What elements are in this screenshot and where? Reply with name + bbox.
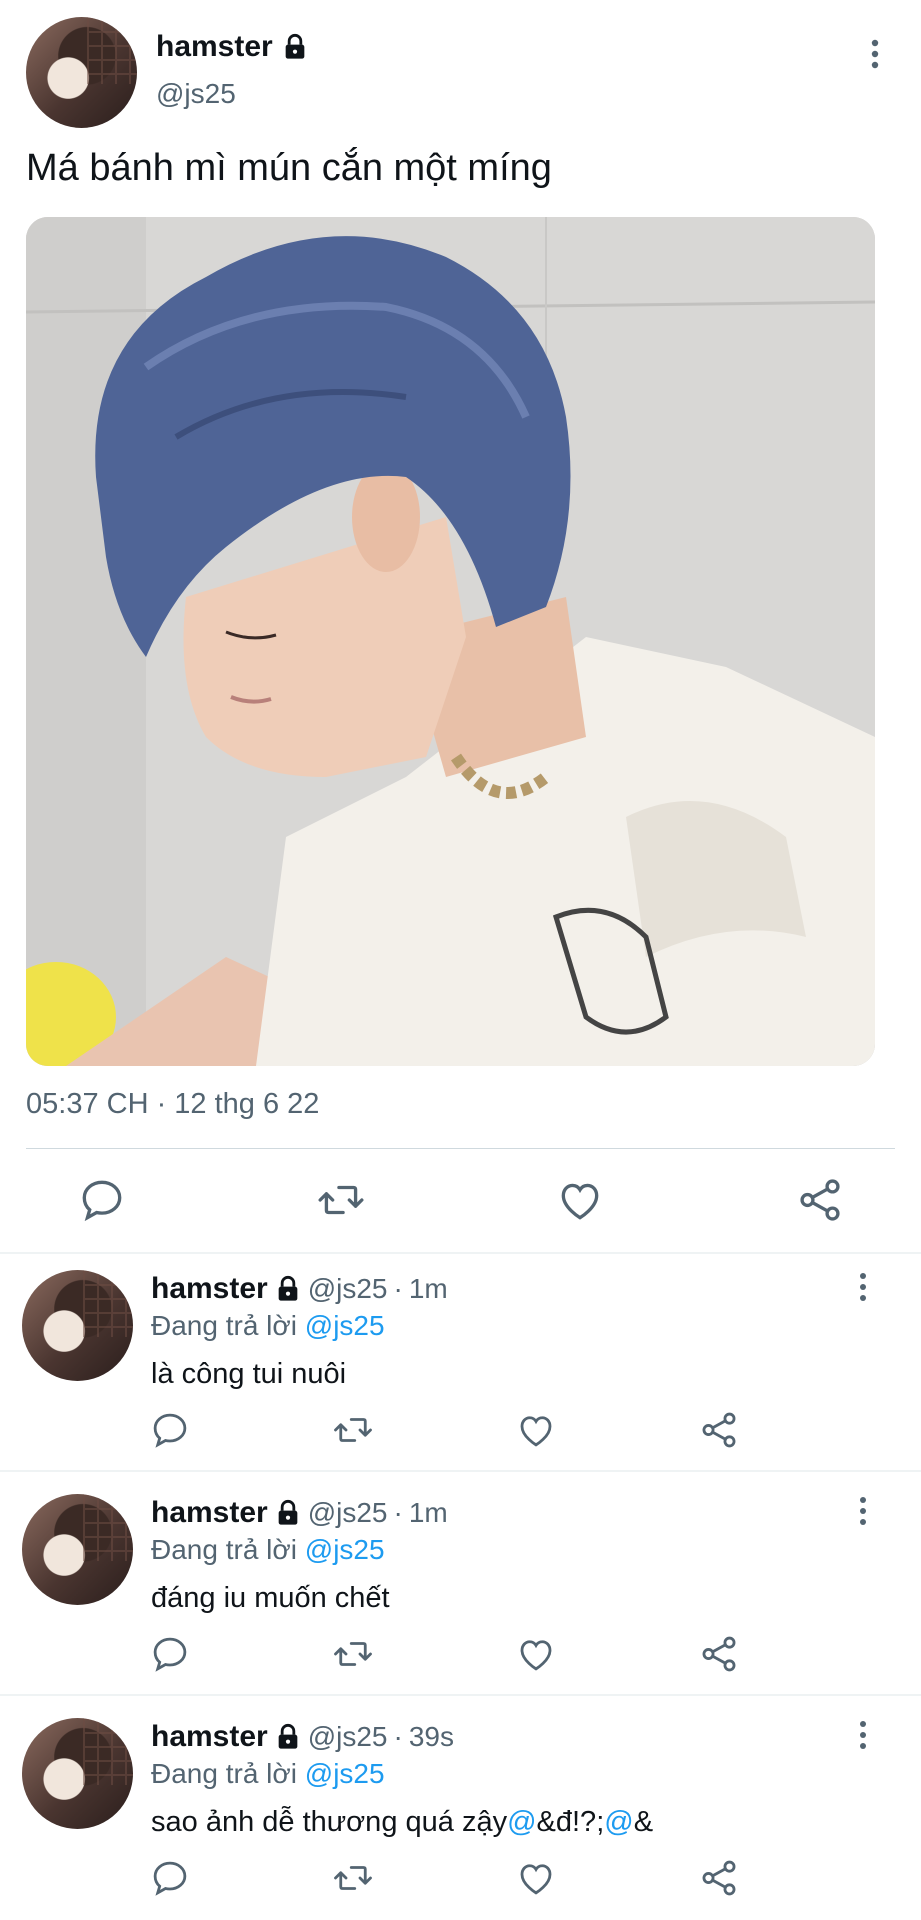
replying-to-mention[interactable]: @js25	[305, 1534, 385, 1565]
divider	[0, 1470, 921, 1472]
reply-time[interactable]: 1m	[409, 1273, 448, 1305]
like-icon[interactable]	[515, 1409, 557, 1451]
replying-to: Đang trả lời @js25	[151, 1310, 385, 1342]
like-icon[interactable]	[515, 1857, 557, 1899]
reply-text: là công tui nuôi	[151, 1358, 346, 1391]
reply-text-mention[interactable]: @	[604, 1806, 633, 1838]
replying-to-mention[interactable]: @js25	[305, 1758, 385, 1789]
reply-icon[interactable]	[149, 1409, 191, 1451]
retweet-icon[interactable]	[332, 1409, 374, 1451]
replying-to-mention[interactable]: @js25	[305, 1310, 385, 1341]
lock-icon	[278, 1499, 298, 1525]
reply-text: đáng iu muốn chết	[151, 1582, 390, 1615]
main-tweet: hamster @js25 Má bánh mì mún cắn một mín…	[0, 0, 921, 1252]
retweet-icon[interactable]	[316, 1175, 366, 1225]
dot-separator: ·	[393, 1273, 403, 1304]
author-name[interactable]: hamster	[151, 1496, 268, 1530]
reply-header: hamster @js25 · 1m	[151, 1496, 448, 1530]
lock-icon	[285, 33, 305, 59]
author-handle[interactable]: @js25	[156, 78, 236, 110]
avatar[interactable]	[22, 1270, 133, 1381]
reply-text: sao ảnh dễ thương quá zậy@&đ!?;@&	[151, 1806, 653, 1839]
author-name[interactable]: hamster	[156, 30, 273, 64]
dot-separator: ·	[393, 1721, 403, 1752]
reply-tweet[interactable]: hamster @js25 · 1m Đang trả lời @js25 đá…	[0, 1478, 921, 1694]
more-icon[interactable]	[850, 1494, 876, 1528]
reply-header: hamster @js25 · 39s	[151, 1720, 454, 1754]
author-name[interactable]: hamster	[151, 1272, 268, 1306]
lock-icon	[278, 1723, 298, 1749]
reply-text-segment: &	[633, 1806, 654, 1838]
reply-time[interactable]: 1m	[409, 1497, 448, 1529]
author-handle[interactable]: @js25	[308, 1721, 388, 1753]
reply-icon[interactable]	[149, 1633, 191, 1675]
reply-icon[interactable]	[77, 1175, 127, 1225]
tweet-photo[interactable]	[26, 217, 875, 1066]
dot-separator: ·	[393, 1497, 403, 1528]
replying-to: Đang trả lời @js25	[151, 1758, 385, 1790]
reply-tweet[interactable]: hamster @js25 · 1m Đang trả lời @js25 là…	[0, 1254, 921, 1470]
divider	[0, 1694, 921, 1696]
avatar[interactable]	[26, 17, 137, 128]
avatar[interactable]	[22, 1494, 133, 1605]
replying-label: Đang trả lời	[151, 1534, 297, 1565]
tweet-text: Má bánh mì mún cắn một míng	[26, 147, 552, 189]
author-handle[interactable]: @js25	[308, 1273, 388, 1305]
tweet-timestamp[interactable]: 05:37 CH · 12 thg 6 22	[26, 1088, 319, 1121]
reply-time[interactable]: 39s	[409, 1721, 454, 1753]
reply-text-segment: đáng iu muốn chết	[151, 1582, 390, 1614]
avatar[interactable]	[22, 1718, 133, 1829]
tweet-actions	[0, 1170, 921, 1230]
photo-illustration	[26, 217, 875, 1066]
reply-tweet[interactable]: hamster @js25 · 39s Đang trả lời @js25 s…	[0, 1702, 921, 1918]
reply-icon[interactable]	[149, 1857, 191, 1899]
share-icon[interactable]	[698, 1409, 740, 1451]
share-icon[interactable]	[795, 1175, 845, 1225]
share-icon[interactable]	[698, 1633, 740, 1675]
more-icon[interactable]	[850, 1718, 876, 1752]
lock-icon	[278, 1275, 298, 1301]
reply-text-segment: &đ!?;	[536, 1806, 605, 1838]
reply-header: hamster @js25 · 1m	[151, 1272, 448, 1306]
retweet-icon[interactable]	[332, 1633, 374, 1675]
more-icon[interactable]	[850, 1270, 876, 1304]
like-icon[interactable]	[555, 1175, 605, 1225]
retweet-icon[interactable]	[332, 1857, 374, 1899]
author-handle[interactable]: @js25	[308, 1497, 388, 1529]
replying-label: Đang trả lời	[151, 1310, 297, 1341]
share-icon[interactable]	[698, 1857, 740, 1899]
reply-text-segment: sao ảnh dễ thương quá zậy	[151, 1806, 508, 1838]
more-icon[interactable]	[862, 36, 888, 72]
reply-text-segment: là công tui nuôi	[151, 1358, 347, 1390]
author-row: hamster	[156, 30, 309, 64]
reply-text-mention[interactable]: @	[507, 1806, 536, 1838]
author-name[interactable]: hamster	[151, 1720, 268, 1754]
replying-to: Đang trả lời @js25	[151, 1534, 385, 1566]
divider	[26, 1148, 895, 1149]
like-icon[interactable]	[515, 1633, 557, 1675]
replying-label: Đang trả lời	[151, 1758, 297, 1789]
